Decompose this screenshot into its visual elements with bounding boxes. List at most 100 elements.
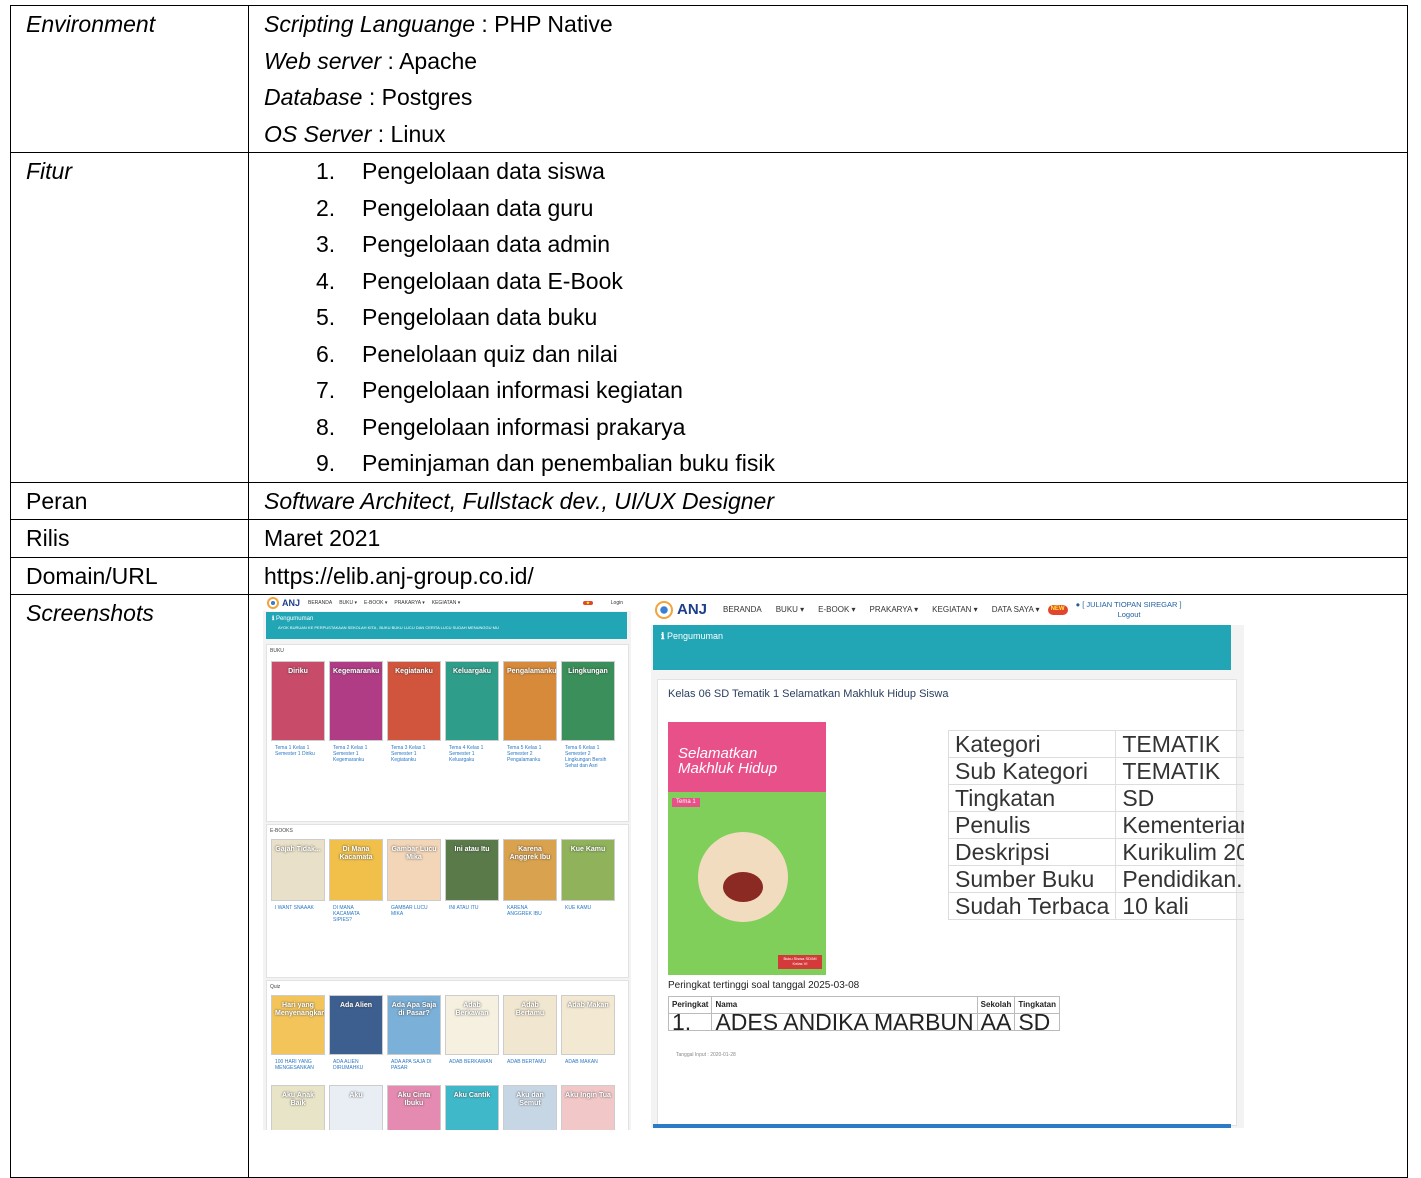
book-cover[interactable]: Pengalamanku — [503, 661, 557, 741]
book-cover[interactable]: Diriku — [271, 661, 325, 741]
book-caption[interactable]: INI ATAU ITU — [449, 905, 495, 911]
info-key: Penulis — [947, 811, 1117, 839]
book-caption[interactable]: 100 HARI YANG MENGESANKAN — [275, 1059, 321, 1071]
book-caption[interactable]: DI MANA KACAMATA SIPIES? — [333, 905, 379, 923]
nav-item[interactable]: BUKU ▾ — [776, 605, 804, 615]
book-cover[interactable]: Aku Cantik — [445, 1085, 499, 1130]
nav-item[interactable]: BUKU ▾ — [339, 600, 357, 606]
info-value: Kementerian Pendidikan dan Kebudayaan — [1115, 811, 1244, 839]
book-caption[interactable]: Tema 4 Kelas 1 Semester 1 Keluargaku — [449, 745, 495, 763]
fitur-item-label: Peminjaman dan penembalian buku fisik — [362, 450, 775, 476]
ebook-heading: E-BOOKS — [270, 828, 293, 834]
book-caption[interactable]: GAMBAR LUCU MIKA — [391, 905, 437, 917]
book-caption[interactable]: ADA ALIEN DIRUMAHKU — [333, 1059, 379, 1071]
book-cover[interactable]: Aku — [329, 1085, 383, 1130]
book-cover[interactable]: Ada Alien — [329, 995, 383, 1055]
book-cover[interactable]: Adab Berkawan — [445, 995, 499, 1055]
nav-item[interactable]: E-BOOK ▾ — [818, 605, 855, 615]
fitur-item-label: Pengelolaan data admin — [362, 231, 611, 257]
book-cover-title: Ada Apa Saja di Pasar? — [391, 1002, 437, 1017]
home-brand: ANJ — [282, 597, 301, 608]
book-cover-title: Ini atau Itu — [454, 846, 490, 853]
fitur-item-number: 1. — [316, 158, 336, 184]
info-key: Deskripsi — [947, 838, 1117, 866]
user-area: ● [ JULIAN TIOPAN SIREGAR ] Logout — [1076, 600, 1182, 620]
book-cover[interactable]: Aku Anak Baik — [271, 1085, 325, 1130]
nav-item[interactable]: BERANDA — [723, 605, 762, 615]
book-cover[interactable]: Hari yang Menyenangkan — [271, 995, 325, 1055]
nav-item[interactable]: E-BOOK ▾ — [364, 600, 387, 606]
book-caption[interactable]: ADA APA SAJA DI PASAR — [391, 1059, 437, 1071]
book-cover[interactable]: Adab Bertamu — [503, 995, 557, 1055]
quiz-heading: Quiz — [270, 984, 281, 990]
book-cover[interactable]: Adab Makan — [561, 995, 615, 1055]
book-cover[interactable]: Kegiatanku — [387, 661, 441, 741]
book-caption[interactable]: Tema 6 Kelas 1 Semester 2 Lingkungan Ber… — [565, 745, 611, 769]
info-key: Sub Kategori — [947, 757, 1117, 785]
home-nav-menu: BERANDA BUKU ▾ E-BOOK ▾ PRAKARYA ▾ KEGIATAN … — [308, 600, 460, 606]
env-value: : Apache — [381, 47, 478, 74]
screenshots-label: Screenshots — [10, 594, 249, 1178]
book-cover[interactable]: Keluargaku — [445, 661, 499, 741]
book-cover[interactable]: Kegemaranku — [329, 661, 383, 741]
book-cover-title: Aku dan Semut — [516, 1092, 544, 1107]
info-value: Kurikulim 2013 — [1115, 838, 1244, 866]
info-key: Sumber Buku — [947, 865, 1117, 893]
nav-item[interactable]: BERANDA — [308, 600, 332, 606]
book-cover-title: Karena Anggrek Ibu — [509, 846, 551, 861]
book-caption[interactable]: Tema 3 Kelas 1 Semester 1 Kegiatanku — [391, 745, 437, 763]
book-caption[interactable]: KARENA ANGGREK IBU — [507, 905, 553, 917]
home-logo: ANJ — [267, 597, 300, 609]
info-value: Pendidikan.ID — [1115, 865, 1244, 893]
fitur-item: 2. Pengelolaan data guru — [264, 190, 1407, 227]
book-cover[interactable]: Aku dan Semut — [503, 1085, 557, 1130]
nav-item[interactable]: KEGIATAN ▾ — [932, 605, 978, 615]
book-cover-title: Aku Anak Baik — [281, 1092, 315, 1107]
info-row: PenulisKementerian Pendidikan dan Kebuda… — [947, 811, 1244, 839]
book-caption[interactable]: I WANT SNAAAK — [275, 905, 321, 911]
book-cover[interactable]: Gajah Tidak... — [271, 839, 325, 901]
book-caption[interactable]: ADAB BERKAWAN — [449, 1059, 495, 1065]
project-info-table: Environment Scripting Languange : PHP Na… — [10, 5, 1408, 1178]
fitur-item: 3. Pengelolaan data admin — [264, 226, 1407, 263]
info-row: Sub Kategori TEMATIK — [947, 757, 1244, 785]
book-cover-title: Aku Ingin Tua — [565, 1092, 611, 1099]
cover-tema: Tema 1 — [672, 798, 700, 808]
env-line-4: OS Server : Linux — [264, 116, 1407, 153]
domain-label: Domain/URL — [10, 556, 249, 595]
fitur-item-label: Pengelolaan informasi kegiatan — [362, 377, 683, 403]
book-cover[interactable]: Ini atau Itu — [445, 839, 499, 901]
nav-item[interactable]: DATA SAYA ▾ — [992, 605, 1040, 615]
book-detail-panel: Kelas 06 SD Tematik 1 Selamatkan Makhluk… — [657, 679, 1244, 1126]
home-login-link[interactable]: Login — [611, 600, 623, 606]
book-cover[interactable]: Lingkungan — [561, 661, 615, 741]
book-caption[interactable]: KUE KAMU — [565, 905, 611, 911]
nav-item[interactable]: PRAKARYA ▾ — [870, 605, 919, 615]
env-key: OS Server — [264, 120, 372, 147]
book-cover[interactable]: Kue Kamu — [561, 839, 615, 901]
book-cover-title: Gambar Lucu Mika — [391, 846, 437, 861]
book-cover[interactable]: Aku Ingin Tua — [561, 1085, 615, 1130]
book-cover[interactable]: Ada Apa Saja di Pasar? — [387, 995, 441, 1055]
book-cover[interactable]: Gambar Lucu Mika — [387, 839, 441, 901]
book-cover[interactable]: Di Mana Kacamata — [329, 839, 383, 901]
environment-values: Scripting Languange : PHP Native Web ser… — [248, 5, 1408, 153]
logout-link[interactable]: Logout — [1076, 610, 1182, 620]
nav-item[interactable]: PRAKARYA ▾ — [394, 600, 424, 606]
env-value: : Linux — [371, 120, 446, 147]
book-caption[interactable]: ADAB BERTAMU — [507, 1059, 553, 1065]
book-cover-title: Kegemaranku — [333, 668, 380, 675]
book-caption[interactable]: ADAB MAKAN — [565, 1059, 611, 1065]
book-caption[interactable]: Tema 1 Kelas 1 Semester 1 Diriku — [275, 745, 321, 757]
book-cover[interactable]: Karena Anggrek Ibu — [503, 839, 557, 901]
book-caption[interactable]: Tema 2 Kelas 1 Semester 1 Kegemaranku — [333, 745, 379, 763]
rank-cell: SD — [1014, 1011, 1060, 1034]
book-caption[interactable]: Tema 5 Kelas 1 Semester 2 Pengalamanku — [507, 745, 553, 763]
user-name[interactable]: [ JULIAN TIOPAN SIREGAR ] — [1082, 600, 1181, 609]
nav-item[interactable]: KEGIATAN ▾ — [432, 600, 460, 606]
book-cover[interactable]: Aku Cinta Ibuku — [387, 1085, 441, 1130]
info-key: Kategori — [947, 730, 1117, 758]
fitur-item-label: Pengelolaan data E-Book — [362, 267, 623, 294]
info-row: Sudah Terbaca 10 kali — [947, 892, 1244, 920]
fitur-item-number: 4. — [316, 267, 336, 294]
